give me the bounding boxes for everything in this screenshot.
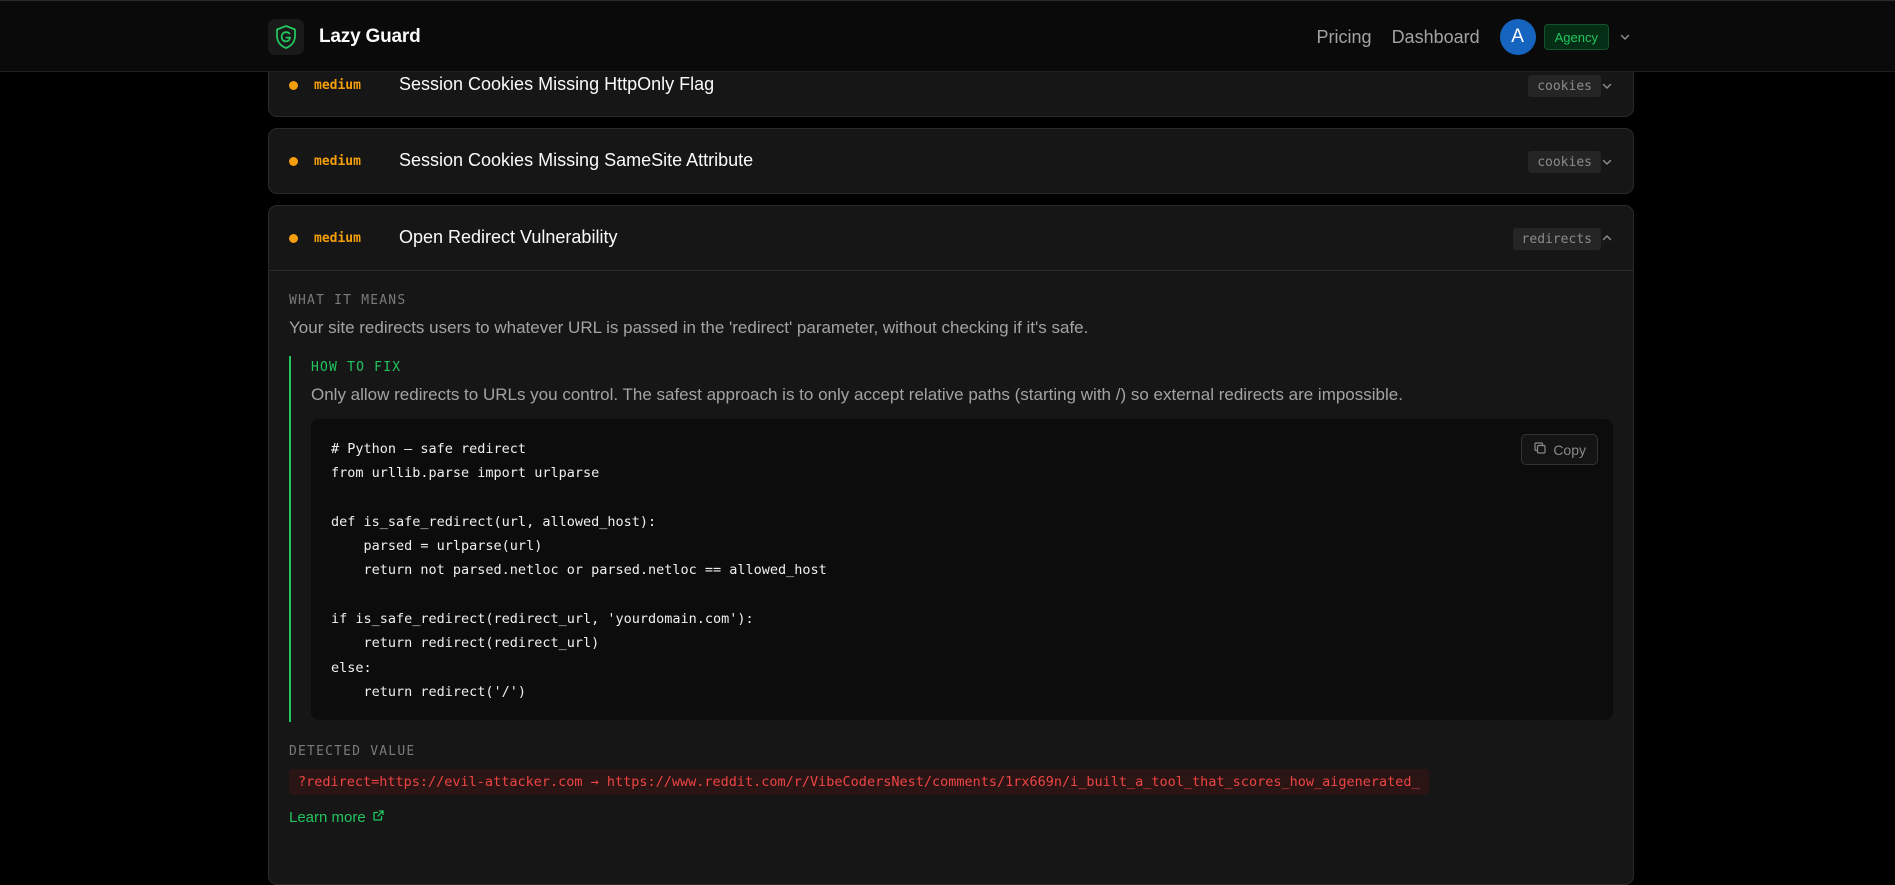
chevron-down-icon[interactable] (1619, 31, 1631, 43)
severity-label: medium (314, 154, 361, 169)
chevron-up-icon[interactable] (1599, 230, 1615, 246)
code-block: Copy # Python — safe redirect from urlli… (311, 419, 1613, 721)
detected-value-label: DETECTED VALUE (289, 744, 416, 760)
code-line: if is_safe_redirect(redirect_url, 'yourd… (331, 611, 754, 628)
copy-icon (1533, 441, 1547, 458)
code-line: # Python — safe redirect (331, 441, 527, 457)
code-line: def is_safe_redirect(url, allowed_host): (331, 513, 657, 530)
issue-title: Session Cookies Missing HttpOnly Flag (399, 74, 715, 94)
code-line: return redirect(redirect_url) (331, 635, 600, 652)
how-to-fix-section: HOW TO FIX Only allow redirects to URLs … (289, 356, 1613, 723)
severity-dot (289, 157, 298, 166)
copy-button[interactable]: Copy (1521, 434, 1598, 465)
what-it-means-text: Your site redirects users to whatever UR… (289, 318, 1089, 337)
code-line: else: (331, 659, 372, 676)
shield-logo-icon[interactable] (268, 19, 304, 55)
issue-card-expanded: medium Open Redirect Vulnerability redir… (268, 205, 1634, 885)
code-line: return not parsed.netloc or parsed.netlo… (331, 562, 827, 579)
code-line: from urllib.parse import urlparse (331, 465, 600, 482)
issue-tag: cookies (1528, 75, 1601, 97)
how-to-fix-text: Only allow redirects to URLs you control… (311, 385, 1403, 404)
copy-label: Copy (1553, 441, 1586, 458)
chevron-down-icon[interactable] (1599, 78, 1615, 94)
severity-label: medium (314, 78, 361, 93)
detected-value: ?redirect=https://evil-attacker.com → ht… (289, 769, 1429, 796)
code-line: parsed = urlparse(url) (331, 538, 543, 555)
plan-badge: Agency (1543, 24, 1609, 50)
severity-label: medium (314, 231, 361, 246)
issue-tag: redirects (1512, 228, 1601, 250)
severity-dot (289, 234, 298, 243)
external-link-icon (372, 809, 385, 826)
severity-dot (289, 81, 298, 90)
nav-pricing[interactable]: Pricing (1317, 27, 1372, 48)
issue-header[interactable]: medium Open Redirect Vulnerability redir… (269, 206, 1633, 270)
learn-more-label: Learn more (289, 809, 366, 827)
issue-title: Open Redirect Vulnerability (399, 227, 618, 247)
top-navbar: Lazy Guard Pricing Dashboard A Agency (0, 0, 1895, 72)
learn-more-link[interactable]: Learn more (289, 809, 1613, 826)
chevron-down-icon[interactable] (1599, 154, 1615, 170)
issue-tag: cookies (1528, 151, 1601, 173)
issue-details: WHAT IT MEANS Your site redirects users … (269, 270, 1633, 826)
user-avatar[interactable]: A (1499, 19, 1536, 55)
how-to-fix-label: HOW TO FIX (311, 360, 402, 375)
what-it-means-label: WHAT IT MEANS (289, 293, 407, 308)
brand-name[interactable]: Lazy Guard (319, 26, 421, 48)
nav-dashboard[interactable]: Dashboard (1392, 27, 1480, 48)
code-line: return redirect('/') (331, 683, 527, 700)
issue-title: Session Cookies Missing SameSite Attribu… (399, 150, 754, 170)
issue-card[interactable]: medium Session Cookies Missing SameSite … (268, 128, 1634, 194)
